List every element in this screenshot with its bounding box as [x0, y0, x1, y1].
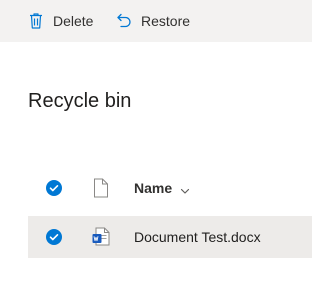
- command-bar: Delete Restore: [0, 0, 312, 42]
- page-title: Recycle bin: [28, 90, 132, 112]
- select-all-checkbox-icon[interactable]: [46, 180, 62, 196]
- row-selected-checkbox-icon[interactable]: [46, 229, 62, 245]
- trash-icon: [27, 12, 45, 30]
- name-column-label: Name: [134, 180, 173, 196]
- restore-label: Restore: [141, 13, 191, 29]
- file-name[interactable]: Document Test.docx: [134, 229, 261, 245]
- delete-label: Delete: [53, 13, 94, 29]
- undo-icon: [115, 12, 133, 30]
- chevron-down-icon: [180, 183, 190, 194]
- restore-button[interactable]: Restore: [115, 0, 190, 42]
- file-type-header-icon[interactable]: [92, 178, 110, 198]
- delete-button[interactable]: Delete: [27, 0, 93, 42]
- list-header: Name: [28, 168, 312, 208]
- name-column-header[interactable]: Name: [134, 180, 190, 196]
- table-row[interactable]: Document Test.docx: [28, 216, 312, 258]
- word-document-icon: [92, 227, 110, 247]
